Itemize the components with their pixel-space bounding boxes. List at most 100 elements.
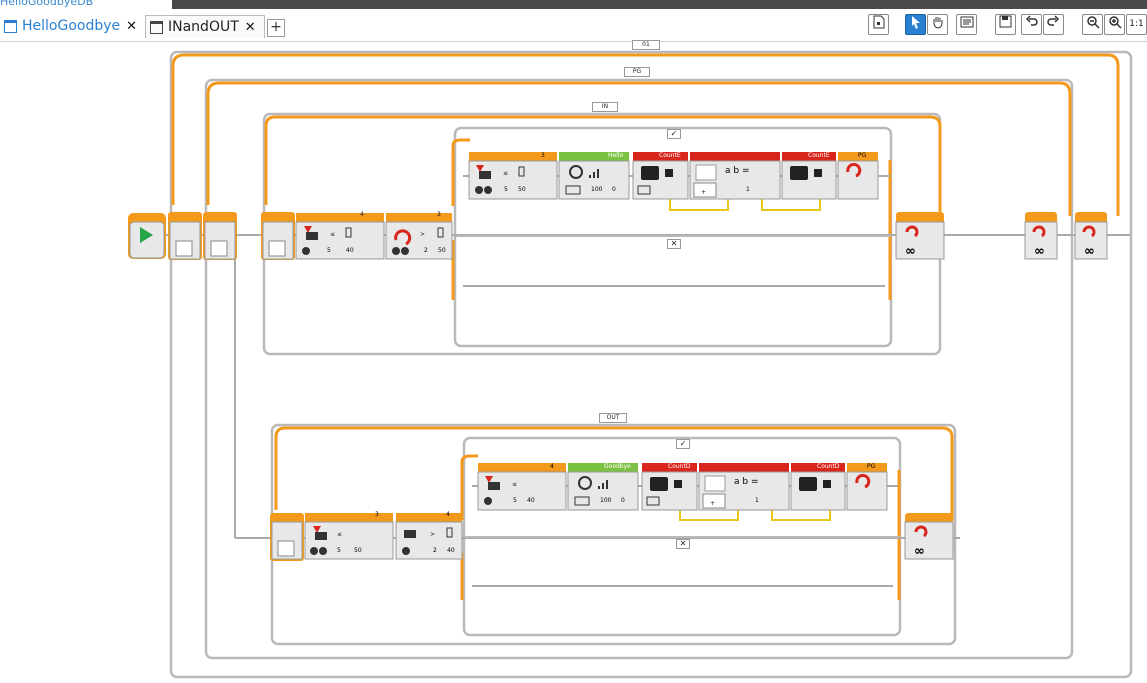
in-wait-val-2[interactable]: 40 <box>346 247 354 254</box>
svg-text:>: > <box>430 531 435 538</box>
loop-label-01[interactable]: 01 <box>632 40 660 50</box>
out-sound-header: Goodbye <box>604 463 631 470</box>
tab-hellogoodbye[interactable]: HelloGoodbye ✕ <box>0 15 137 37</box>
in-sound-val-1[interactable]: 100 <box>591 186 602 193</box>
start-block[interactable] <box>128 213 166 259</box>
out-variable-block[interactable] <box>641 463 698 511</box>
out-loopint-2-header: PG <box>867 463 876 470</box>
loop-label-in[interactable]: IN <box>592 102 618 112</box>
cursor-icon <box>911 16 920 29</box>
pg-loop-infinity: ∞ <box>1034 244 1045 259</box>
in-sw-wait-val-2[interactable]: 50 <box>518 186 526 193</box>
pan-tool-button[interactable] <box>927 14 948 35</box>
svg-text:≤: ≤ <box>503 170 508 177</box>
in-sw-wait-header: 3 <box>541 152 545 159</box>
out-loop-interrupt-2-block[interactable] <box>846 463 888 511</box>
in-sound-header: Hello <box>608 152 624 159</box>
zoom-in-button[interactable] <box>1104 14 1125 35</box>
out-loopint-val-2[interactable]: 40 <box>447 547 455 554</box>
comments-button[interactable] <box>956 14 977 35</box>
in-loopint-val-2[interactable]: 50 <box>438 247 446 254</box>
hand-icon <box>933 17 942 29</box>
in-row-blocks: ≤ > ≤ + <box>295 152 879 260</box>
in-sound-val-2[interactable]: 0 <box>612 186 616 193</box>
switch-true-tab-in[interactable]: ✓ <box>667 129 681 139</box>
in-loopint-2-header: PG <box>858 152 867 159</box>
in-loopint-header: 3 <box>437 211 441 218</box>
in-variable-header: CountE <box>659 152 681 159</box>
redo-icon <box>1047 15 1060 26</box>
svg-text:+: + <box>701 189 706 196</box>
data-wire-in-1 <box>669 198 729 211</box>
out-sw-wait-block[interactable]: ≤ <box>477 463 567 511</box>
zoom-in-icon <box>1108 16 1122 29</box>
close-tab-icon[interactable]: ✕ <box>126 19 137 34</box>
program-canvas[interactable]: ≤ > ≤ + ≤ > ≤ + <box>0 41 1147 683</box>
in-variable-block[interactable] <box>632 152 689 200</box>
comment-icon <box>960 16 973 28</box>
out-variable-header: CountD <box>668 463 691 470</box>
out-loopint-header: 4 <box>446 511 450 518</box>
in-wait-header: 4 <box>360 211 364 218</box>
in-wait-block[interactable]: ≤ <box>295 213 385 260</box>
zoom-out-button[interactable] <box>1082 14 1103 35</box>
out-sound-val-1[interactable]: 100 <box>600 497 611 504</box>
out-variable-2-header: CountD <box>817 463 840 470</box>
program-icon <box>4 19 17 33</box>
select-tool-button[interactable] <box>905 14 926 35</box>
in-sw-wait-block[interactable]: ≤ <box>468 152 558 200</box>
loop-frame-01 <box>169 50 1133 679</box>
close-tab-icon[interactable]: ✕ <box>245 20 256 35</box>
out-row-blocks: ≤ > ≤ + <box>304 463 888 560</box>
svg-text:≤: ≤ <box>330 231 335 238</box>
zoom-reset-button[interactable]: 1:1 <box>1126 14 1147 35</box>
undo-button[interactable] <box>1021 14 1042 35</box>
out-loopint-val-1[interactable]: 2 <box>433 547 437 554</box>
undo-icon <box>1025 15 1038 26</box>
loop-label-pg[interactable]: PG <box>624 67 650 77</box>
window-top-strip: HelloGoodbyeDB <box>0 0 1147 9</box>
in-math-val[interactable]: 1 <box>746 186 750 193</box>
out-wait-val-1[interactable]: 5 <box>337 547 341 554</box>
out-wait-header: 3 <box>375 511 379 518</box>
out-variable-block-2[interactable] <box>790 463 846 511</box>
out-sound-val-2[interactable]: 0 <box>621 497 625 504</box>
in-variable-block-2[interactable] <box>781 152 837 200</box>
out-math-val[interactable]: 1 <box>755 497 759 504</box>
switch-false-tab-in[interactable]: ✕ <box>667 239 681 249</box>
switch-true-tab-out[interactable]: ✓ <box>676 439 690 449</box>
out-wait-val-2[interactable]: 50 <box>354 547 362 554</box>
tab-label: HelloGoodbye <box>22 18 121 34</box>
out-math-symbols: a b = <box>734 477 759 487</box>
add-comment-button[interactable] <box>868 14 889 35</box>
loop-end-blocks[interactable] <box>895 212 1108 560</box>
loop-label-out[interactable]: OUT <box>599 413 627 423</box>
svg-text:>: > <box>420 231 425 238</box>
out-loop-infinity: ∞ <box>914 544 925 559</box>
out-sw-wait-val-2[interactable]: 40 <box>527 497 535 504</box>
page-icon <box>873 15 884 29</box>
out-sw-wait-header: 4 <box>550 463 554 470</box>
program-icon <box>150 20 163 34</box>
in-variable-2-header: CountE <box>808 152 830 159</box>
save-icon <box>999 15 1012 28</box>
tab-inandout[interactable]: INandOUT ✕ <box>145 15 265 38</box>
svg-text:+: + <box>710 500 715 507</box>
svg-text:≤: ≤ <box>512 481 517 488</box>
out-wait-block[interactable]: ≤ <box>304 513 394 560</box>
in-wait-val-1[interactable]: 5 <box>327 247 331 254</box>
zoom-out-icon <box>1086 16 1100 29</box>
in-math-symbols: a b = <box>725 166 750 176</box>
in-sw-wait-val-1[interactable]: 5 <box>504 186 508 193</box>
data-wire-in-2 <box>761 198 821 211</box>
switch-false-tab-out[interactable]: ✕ <box>676 539 690 549</box>
redo-button[interactable] <box>1043 14 1064 35</box>
out-sw-wait-val-1[interactable]: 5 <box>513 497 517 504</box>
in-loop-infinity: ∞ <box>905 244 916 259</box>
in-loopint-val-1[interactable]: 2 <box>424 247 428 254</box>
svg-text:≤: ≤ <box>337 531 342 538</box>
in-loop-interrupt-2-block[interactable] <box>837 152 879 200</box>
save-button[interactable] <box>995 14 1016 35</box>
outer-loop-infinity: ∞ <box>1084 244 1095 259</box>
add-tab-button[interactable]: + <box>267 19 285 37</box>
